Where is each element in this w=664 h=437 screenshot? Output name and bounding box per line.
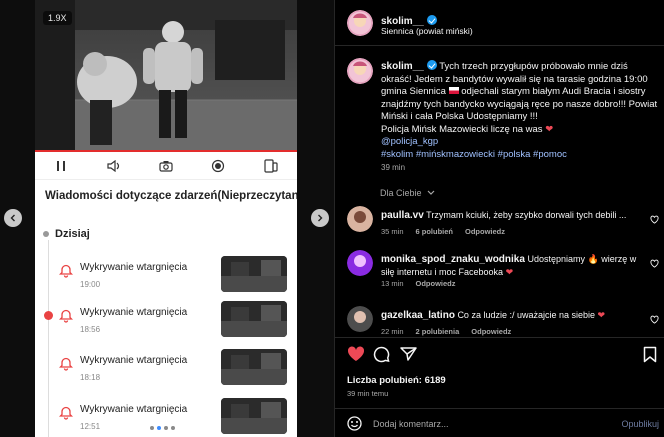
commenter-avatar[interactable] bbox=[347, 306, 373, 332]
save-bookmark-icon[interactable] bbox=[643, 346, 657, 368]
phone-screenshot: 1.9X Wiadomości dotyczące zdarzeń(Nieprz… bbox=[35, 0, 297, 437]
comment-like-heart-icon[interactable] bbox=[650, 315, 659, 324]
post-location[interactable]: Siennica (powiat miński) bbox=[381, 26, 473, 36]
chevron-down-icon bbox=[427, 190, 435, 195]
event-time: 19:00 bbox=[80, 280, 101, 289]
comment-likes[interactable]: 2 polubienia bbox=[416, 327, 460, 336]
event-title: Wykrywanie wtargnięcia bbox=[80, 307, 188, 318]
post-header: skolim__ Siennica (powiat miński) bbox=[335, 0, 664, 46]
event-time: 18:18 bbox=[80, 373, 101, 382]
post-age: 39 min temu bbox=[347, 389, 389, 398]
comment-text: Co za ludzie :/ uważajcie na siebie bbox=[457, 310, 596, 320]
camera-snapshot-icon[interactable] bbox=[155, 155, 177, 177]
event-marker bbox=[44, 311, 53, 320]
event-row[interactable]: Wykrywanie wtargnięcia 18:18 bbox=[35, 343, 297, 391]
author-avatar[interactable] bbox=[347, 10, 373, 36]
timeline-dot bbox=[43, 231, 49, 237]
heart-emoji-icon: ❤ bbox=[545, 123, 554, 135]
comment-time: 35 min bbox=[381, 227, 404, 236]
volume-icon[interactable] bbox=[103, 155, 125, 177]
event-thumbnail[interactable] bbox=[221, 349, 287, 385]
event-thumbnail[interactable] bbox=[221, 301, 287, 337]
caption-time: 39 min bbox=[381, 163, 406, 172]
event-title: Wykrywanie wtargnięcia bbox=[80, 262, 188, 273]
carousel-next-button[interactable] bbox=[311, 209, 329, 227]
event-thumbnail[interactable] bbox=[221, 398, 287, 434]
reply-button[interactable]: Odpowiedz bbox=[471, 327, 511, 336]
likes-count[interactable]: Liczba polubień: 6189 bbox=[347, 375, 446, 386]
event-row[interactable]: Wykrywanie wtargnięcia 12:51 bbox=[35, 392, 297, 437]
publish-button[interactable]: Opublikuj bbox=[621, 419, 659, 429]
emoji-icon[interactable] bbox=[347, 416, 362, 436]
commenter-username[interactable]: paulla.vv bbox=[381, 210, 424, 221]
verified-badge-icon bbox=[426, 60, 437, 70]
comment-time: 22 min bbox=[381, 327, 404, 336]
post-media-carousel: 1.9X Wiadomości dotyczące zdarzeń(Nieprz… bbox=[0, 0, 334, 437]
verified-badge-icon bbox=[426, 15, 437, 25]
comment-icon[interactable] bbox=[373, 346, 390, 368]
pause-icon[interactable] bbox=[50, 155, 72, 177]
like-heart-icon[interactable] bbox=[347, 346, 365, 367]
event-row[interactable]: Wykrywanie wtargnięcia 18:56 bbox=[35, 295, 297, 343]
carousel-dot bbox=[164, 426, 168, 430]
commenter-username[interactable]: gazelkaa_latino bbox=[381, 310, 455, 321]
heart-emoji-icon: ❤ bbox=[597, 310, 606, 320]
post-details-panel: skolim__ Siennica (powiat miński) skolim… bbox=[334, 0, 664, 437]
comment-likes[interactable]: 6 polubień bbox=[416, 227, 454, 236]
commenter-avatar[interactable] bbox=[347, 250, 373, 276]
security-camera-frame: 1.9X bbox=[35, 0, 297, 150]
event-thumbnail[interactable] bbox=[221, 256, 287, 292]
event-marker bbox=[44, 408, 53, 417]
comment-like-heart-icon[interactable] bbox=[650, 259, 659, 268]
mention-link[interactable]: @policja_kgp bbox=[381, 136, 438, 147]
today-label: Dzisiaj bbox=[55, 228, 90, 240]
event-marker bbox=[44, 266, 53, 275]
bell-icon bbox=[59, 264, 73, 278]
multi-screen-icon[interactable] bbox=[260, 155, 282, 177]
share-icon[interactable] bbox=[400, 346, 417, 367]
for-you-toggle[interactable]: Dla Ciebie bbox=[380, 188, 435, 198]
instagram-post-modal: 1.9X Wiadomości dotyczące zdarzeń(Nieprz… bbox=[0, 0, 664, 437]
caption-text-2: Policja Mińsk Mazowiecki liczę na was bbox=[381, 123, 543, 135]
camera-controls bbox=[35, 152, 297, 180]
comment-like-heart-icon[interactable] bbox=[650, 215, 659, 224]
today-group: Dzisiaj bbox=[43, 228, 90, 240]
comment-input[interactable]: Dodaj komentarz... bbox=[373, 419, 449, 429]
event-time: 12:51 bbox=[80, 422, 101, 431]
event-marker bbox=[44, 359, 53, 368]
heart-emoji-icon: ❤ bbox=[505, 267, 514, 277]
caption-avatar[interactable] bbox=[347, 58, 373, 84]
bell-icon bbox=[59, 406, 73, 420]
event-title: Wykrywanie wtargnięcia bbox=[80, 355, 188, 366]
carousel-dot bbox=[157, 426, 161, 430]
comment-time: 13 min bbox=[381, 279, 404, 288]
poland-flag-icon bbox=[448, 87, 459, 94]
commenter-username[interactable]: monika_spod_znaku_wodnika bbox=[381, 254, 525, 265]
reply-button[interactable]: Odpowiedz bbox=[465, 227, 505, 236]
post-caption: skolim__ Tych trzech przygłupów próbował… bbox=[381, 60, 659, 161]
event-title: Wykrywanie wtargnięcia bbox=[80, 404, 188, 415]
bell-icon bbox=[59, 309, 73, 323]
post-actions-bar bbox=[335, 337, 664, 373]
event-time: 18:56 bbox=[80, 325, 101, 334]
caption-username[interactable]: skolim__ bbox=[381, 61, 424, 72]
commenter-avatar[interactable] bbox=[347, 206, 373, 232]
record-icon[interactable] bbox=[207, 155, 229, 177]
carousel-dots bbox=[150, 426, 175, 430]
event-row[interactable]: Wykrywanie wtargnięcia 19:00 bbox=[35, 250, 297, 298]
events-header: Wiadomości dotyczące zdarzeń(Nieprzeczyt… bbox=[45, 190, 297, 202]
reply-button[interactable]: Odpowiedz bbox=[416, 279, 456, 288]
comment-text: Trzymam kciuki, żeby szybko dorwali tych… bbox=[426, 210, 627, 220]
carousel-prev-button[interactable] bbox=[4, 209, 22, 227]
bell-icon bbox=[59, 357, 73, 371]
carousel-dot bbox=[150, 426, 154, 430]
add-comment-bar: Dodaj komentarz... Opublikuj bbox=[335, 408, 664, 437]
carousel-dot bbox=[171, 426, 175, 430]
for-you-label: Dla Ciebie bbox=[380, 188, 422, 198]
hashtags-link[interactable]: #skolim #mińskmazowiecki #polska #pomoc bbox=[381, 149, 567, 160]
zoom-badge: 1.9X bbox=[43, 11, 72, 25]
